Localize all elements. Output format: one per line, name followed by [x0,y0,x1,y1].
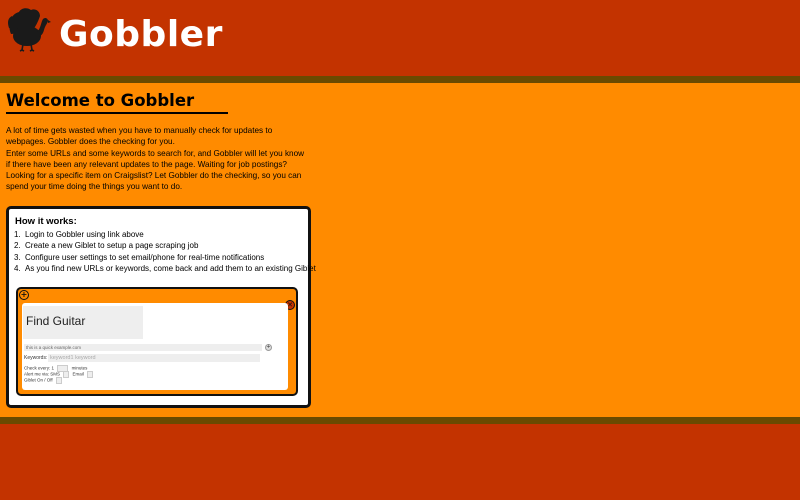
step-number: 3. [14,252,21,262]
page-title: Welcome to Gobbler [6,91,228,114]
onoff-row: Giblet On / Off [24,377,64,384]
check-every-unit: minutes [71,365,88,371]
site-header: Gobbler [0,0,800,76]
main-content: Welcome to Gobbler A lot of time gets wa… [0,83,800,417]
step-number: 1. [14,230,21,239]
list-item: 3. Configure user settings to set email/… [14,252,316,263]
step-text: As you find new URLs or keywords, come b… [25,263,316,273]
keywords-field: keyword1 keyword [48,354,260,362]
list-item: 1. Login to Gobbler using link above [14,229,316,240]
steps-list: 1. Login to Gobbler using link above 2. … [14,229,316,274]
giblet-title-box: Find Guitar [23,306,143,339]
keywords-label: Keywords: [24,355,48,361]
step-number: 4. [14,263,21,273]
onoff-toggle [55,377,62,384]
giblet-card: Find Guitar this is a quick example.com … [22,303,288,390]
intro-paragraph-1: A lot of time gets wasted when you have … [6,126,273,147]
check-every-label: Check every: [24,365,51,371]
giblet-preview-image: + ✕ Find Guitar this is a quick example.… [16,287,298,396]
onoff-label: Giblet On / Off [24,377,53,383]
alert-email-label: Email [72,371,84,377]
intro-paragraph-2: Enter some URLs and some keywords to sea… [6,148,305,192]
sms-checkbox [63,371,70,378]
giblet-url-field: this is a quick example.com [24,344,262,351]
list-item: 4. As you find new URLs or keywords, com… [14,263,316,274]
list-item: 2. Create a new Giblet to setup a page s… [14,240,316,251]
step-number: 2. [14,241,21,251]
check-every-value: 1 [51,365,55,371]
giblet-title: Find Guitar [26,314,86,328]
keywords-row: Keywords: keyword1 keyword [24,354,260,362]
how-it-works-panel: How it works: 1. Login to Gobbler using … [6,206,316,408]
footer-divider [0,417,800,424]
plus-icon: + [19,290,29,300]
how-it-works-title: How it works: [15,216,77,227]
add-url-icon: + [265,344,272,351]
step-text: Create a new Giblet to setup a page scra… [25,241,199,251]
step-text: Configure user settings to set email/pho… [25,252,265,262]
header-divider [0,76,800,83]
email-checkbox [87,371,94,378]
brand-title[interactable]: Gobbler [59,10,223,60]
site-footer [0,424,800,500]
step-text: Login to Gobbler using link above [25,230,144,239]
intro-text: A lot of time gets wasted when you have … [6,125,306,193]
turkey-icon[interactable] [5,6,51,52]
alert-label: Alert me via: SMS [24,371,61,377]
